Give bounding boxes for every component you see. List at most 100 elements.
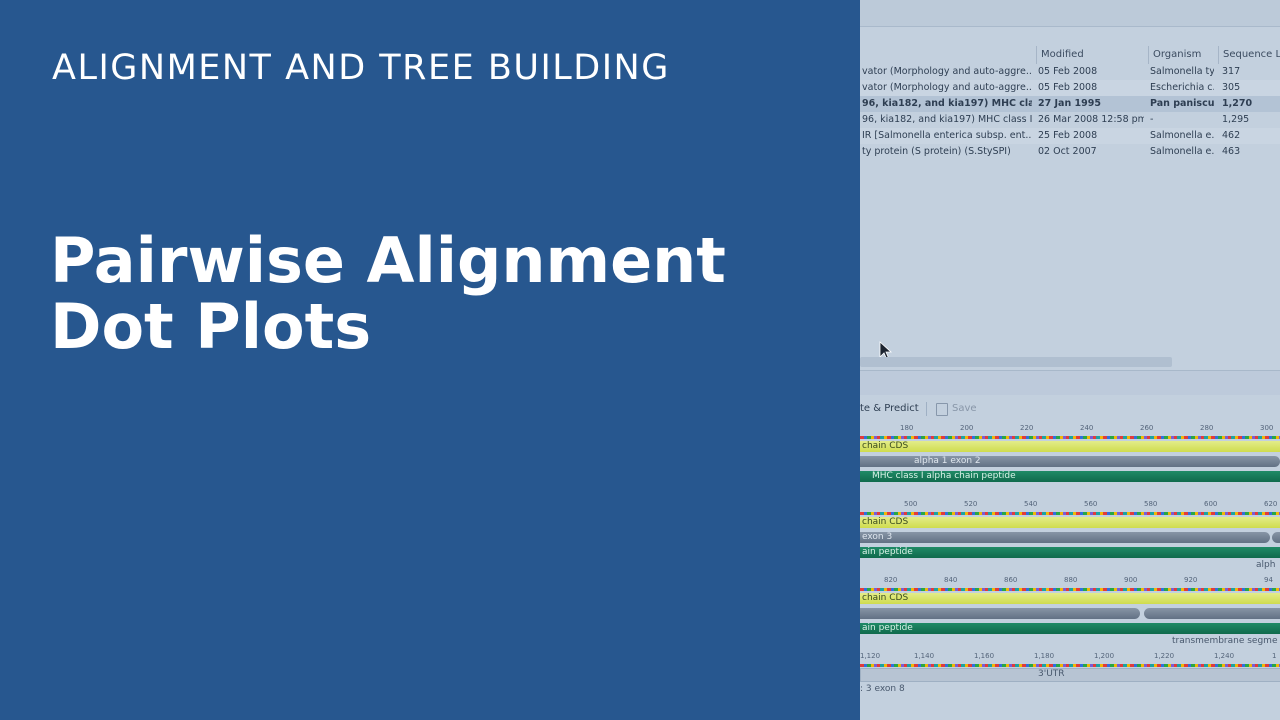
sequence-ruler: 500 520 540 560 580 600 620 (860, 500, 1280, 512)
row-name: IR [Salmonella enterica subsp. ent... (862, 130, 1032, 141)
slide-title: Pairwise Alignment Dot Plots (50, 228, 726, 360)
sequence-ruler: 1,120 1,140 1,160 1,180 1,200 1,220 1,24… (860, 652, 1280, 664)
row-name: 96, kia182, and kia197) MHC class I... (862, 114, 1032, 125)
cds-annotation[interactable]: chain CDS (860, 517, 1280, 528)
row-name: vator (Morphology and auto-aggre... (862, 66, 1032, 77)
ruler-tick-label: 560 (1084, 500, 1098, 508)
row-modified: 27 Jan 1995 (1038, 98, 1101, 109)
row-organism: Salmonella e... (1150, 146, 1214, 157)
ruler-tick-label: 580 (1144, 500, 1158, 508)
exon-annotation[interactable] (1144, 608, 1280, 619)
ruler-tick-label: 1,140 (914, 652, 935, 660)
ruler-tick-label: 880 (1064, 576, 1078, 584)
column-header-modified[interactable]: Modified (1036, 46, 1149, 64)
ruler-tick-label: 1,240 (1214, 652, 1235, 660)
sequence-residues (860, 436, 1280, 439)
row-length: 1,270 (1222, 98, 1253, 109)
row-organism: Salmonella ty... (1150, 66, 1214, 77)
row-length: 317 (1222, 66, 1241, 77)
sequence-residues (860, 664, 1280, 667)
row-length: 462 (1222, 130, 1241, 141)
save-button[interactable]: Save (952, 398, 977, 420)
cds-annotation[interactable]: chain CDS (860, 593, 1280, 604)
peptide-annotation[interactable]: ain peptide (860, 623, 1280, 634)
title-panel: ALIGNMENT AND TREE BUILDING Pairwise Ali… (0, 0, 860, 720)
utr-track (860, 668, 1280, 682)
ruler-tick-label: 600 (1204, 500, 1218, 508)
exon-annotation[interactable]: alpha 1 exon 2 (860, 456, 1280, 467)
row-organism: Escherichia c... (1150, 82, 1214, 93)
peptide-annotation[interactable]: ain peptide (860, 547, 1280, 558)
exon-label: : 3 exon 8 (860, 684, 905, 694)
ruler-tick-label: 180 (900, 424, 914, 432)
ruler-tick-label: 1,220 (1154, 652, 1175, 660)
row-modified: 26 Mar 2008 12:58 pm (1038, 114, 1144, 125)
row-modified: 05 Feb 2008 (1038, 66, 1098, 77)
row-organism: - (1150, 114, 1154, 125)
ruler-tick-label: 520 (964, 500, 978, 508)
sequence-ruler: 180 200 220 240 260 280 300 (860, 424, 1280, 436)
window-top-bar (860, 0, 1280, 27)
sequence-toolbar: te & Predict Save (860, 398, 1280, 420)
annotate-predict-button[interactable]: te & Predict (860, 398, 919, 420)
row-organism: Salmonella e... (1150, 130, 1214, 141)
row-modified: 05 Feb 2008 (1038, 82, 1098, 93)
exon-annotation[interactable] (1272, 532, 1280, 543)
exon-annotation[interactable] (860, 608, 1140, 619)
row-name: vator (Morphology and auto-aggre... (862, 82, 1032, 93)
section-kicker: ALIGNMENT AND TREE BUILDING (52, 48, 670, 88)
ruler-tick-label: 920 (1184, 576, 1198, 584)
sequence-ruler: 820 840 860 880 900 920 94 (860, 576, 1280, 588)
ruler-tick-label: 300 (1260, 424, 1274, 432)
ruler-tick-label: 1 (1272, 652, 1277, 660)
ruler-tick-label: 200 (960, 424, 974, 432)
row-length: 1,295 (1222, 114, 1250, 125)
row-organism: Pan paniscus (1150, 98, 1214, 109)
ruler-tick-label: 280 (1200, 424, 1214, 432)
row-name: ty protein (S protein) (S.StySPI) (862, 146, 1011, 157)
app-screenshot-panel: Modified Organism Sequence L... vator (M… (860, 0, 1280, 720)
row-name: 96, kia182, and kia197) MHC class I... (862, 98, 1032, 109)
cds-annotation[interactable]: chain CDS (860, 441, 1280, 452)
sequence-residues (860, 512, 1280, 515)
sequence-residues (860, 588, 1280, 591)
ruler-tick-label: 500 (904, 500, 918, 508)
ruler-tick-label: 1,180 (1034, 652, 1055, 660)
ruler-tick-label: 1,160 (974, 652, 995, 660)
ruler-tick-label: 94 (1264, 576, 1273, 584)
ruler-tick-label: 860 (1004, 576, 1018, 584)
ruler-tick-label: 820 (884, 576, 898, 584)
ruler-tick-label: 900 (1124, 576, 1138, 584)
save-icon[interactable] (936, 403, 948, 416)
column-header-organism[interactable]: Organism (1148, 46, 1219, 64)
ruler-tick-label: 620 (1264, 500, 1278, 508)
ruler-tick-label: 540 (1024, 500, 1038, 508)
ruler-tick-label: 260 (1140, 424, 1154, 432)
row-length: 305 (1222, 82, 1241, 93)
annotation-label: alph (1256, 560, 1276, 570)
ruler-tick-label: 1,120 (860, 652, 881, 660)
panel-divider-bar (860, 370, 1280, 395)
exon-annotation[interactable]: exon 3 (860, 532, 1270, 543)
ruler-tick-label: 220 (1020, 424, 1034, 432)
ruler-tick-label: 1,200 (1094, 652, 1115, 660)
ruler-tick-label: 840 (944, 576, 958, 584)
table-row[interactable]: vator (Morphology and auto-aggre... 05 F… (860, 64, 1280, 80)
column-header-sequence-length[interactable]: Sequence L... (1218, 46, 1280, 64)
row-modified: 02 Oct 2007 (1038, 146, 1097, 157)
toolbar-separator (926, 402, 927, 416)
annotation-label: transmembrane segme (1172, 636, 1278, 646)
row-length: 463 (1222, 146, 1241, 157)
row-modified: 25 Feb 2008 (1038, 130, 1098, 141)
horizontal-scrollbar[interactable] (860, 357, 1172, 367)
table-row[interactable]: vator (Morphology and auto-aggre... 05 F… (860, 80, 1280, 96)
table-row[interactable]: ty protein (S protein) (S.StySPI) 02 Oct… (860, 144, 1280, 160)
ruler-tick-label: 240 (1080, 424, 1094, 432)
utr-label: 3'UTR (1038, 669, 1065, 679)
table-row-selected[interactable]: 96, kia182, and kia197) MHC class I... 2… (860, 96, 1280, 112)
table-row[interactable]: 96, kia182, and kia197) MHC class I... 2… (860, 112, 1280, 128)
slide-title-line-1: Pairwise Alignment (50, 224, 726, 297)
peptide-annotation[interactable]: MHC class I alpha chain peptide (860, 471, 1280, 482)
table-row[interactable]: IR [Salmonella enterica subsp. ent... 25… (860, 128, 1280, 144)
slide-title-line-2: Dot Plots (50, 290, 372, 363)
